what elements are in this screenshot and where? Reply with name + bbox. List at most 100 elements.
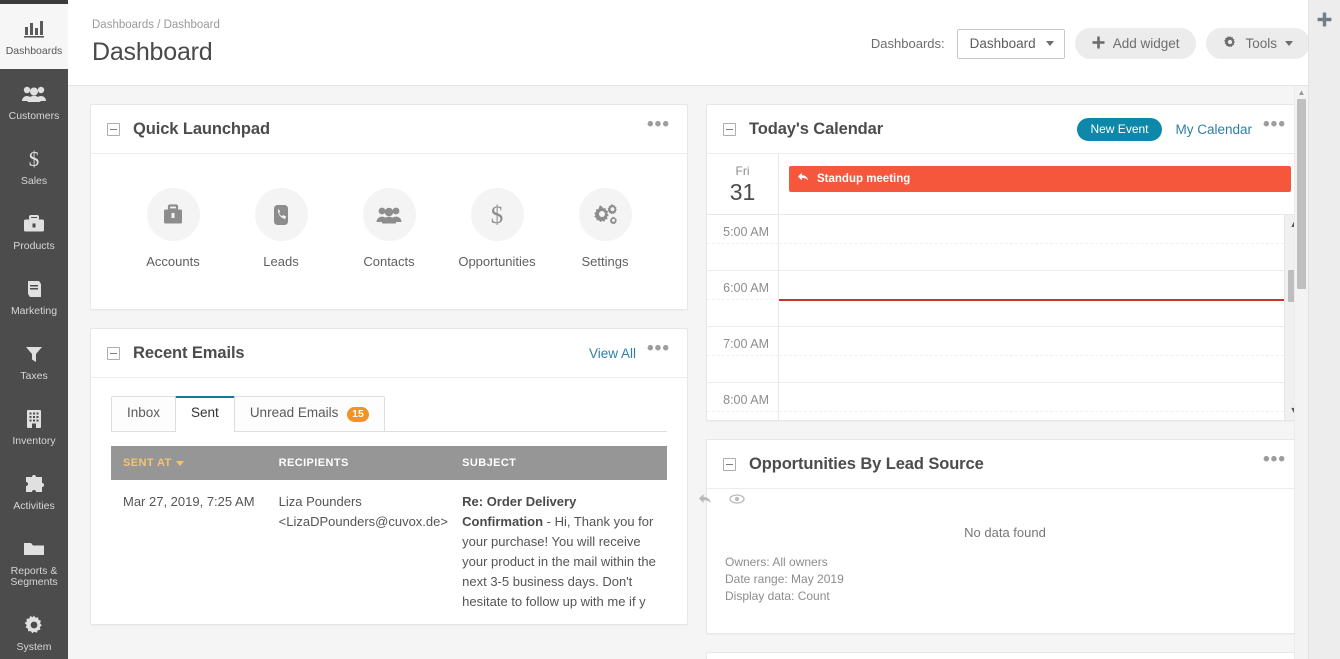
main-sidebar: Dashboards Customers $ Sales Products Ma… — [0, 0, 68, 659]
slot-row[interactable] — [779, 327, 1284, 383]
recipient-email: <LizaDPounders@cuvox.de> — [278, 513, 448, 529]
collapse-icon[interactable] — [723, 122, 736, 136]
panel-title: Opportunities By Lead Source — [749, 454, 984, 473]
launchpad-item-label: Settings — [581, 254, 629, 269]
email-tabs: Inbox Sent Unread Emails 15 — [111, 396, 667, 432]
dashboard-select[interactable]: Dashboard — [956, 28, 1065, 59]
add-widget-button[interactable]: Add widget — [1074, 28, 1197, 59]
tab-label: Unread Emails — [249, 405, 339, 420]
chevron-down-icon — [1285, 41, 1293, 46]
gear-icon — [1223, 35, 1237, 52]
panel-menu-icon[interactable]: ••• — [1256, 115, 1289, 137]
panel-menu-icon[interactable]: ••• — [1256, 450, 1289, 472]
add-panel-icon[interactable] — [1317, 12, 1332, 659]
scroll-up-icon[interactable]: ▲ — [1295, 89, 1308, 97]
time-label: 5:00 AM — [723, 225, 769, 239]
collapse-icon[interactable] — [723, 457, 736, 471]
column-header-recipients[interactable]: RECIPIENTS — [266, 445, 451, 480]
sidebar-item-sales[interactable]: $ Sales — [0, 134, 68, 199]
launchpad-items: Accounts Leads Contacts $ Opportunities … — [91, 154, 687, 309]
sidebar-item-label: Marketing — [10, 304, 58, 317]
time-row: 6:00 AM — [707, 271, 778, 327]
no-data-message: No data found — [964, 525, 1046, 540]
sidebar-item-reports-segments[interactable]: Reports & Segments — [0, 524, 68, 600]
cell-sent-at: Mar 27, 2019, 7:25 AM — [123, 493, 255, 509]
chevron-down-icon — [1045, 41, 1054, 46]
sidebar-item-label: Reports & Segments — [10, 564, 58, 588]
launchpad-item-settings[interactable]: Settings — [557, 188, 653, 269]
gear-icon — [23, 612, 45, 638]
slot-row[interactable] — [779, 215, 1284, 271]
breadcrumb-current: Dashboard — [163, 19, 220, 31]
quick-launchpad-panel: Quick Launchpad ••• Accounts Leads Conta… — [90, 104, 688, 310]
view-all-link[interactable]: View All — [589, 346, 636, 361]
phone-icon — [254, 188, 308, 241]
table-row[interactable]: Mar 27, 2019, 7:25 AM Liza Pounders <Liz… — [111, 480, 745, 624]
tools-label: Tools — [1245, 36, 1277, 51]
column-header-sent-at[interactable]: SENT AT — [111, 445, 267, 480]
emails-table: SENT AT RECIPIENTS SUBJECT Mar 27, 2019,… — [111, 445, 745, 624]
launchpad-item-label: Contacts — [363, 254, 415, 269]
panel-title: Today's Calendar — [749, 119, 884, 138]
launchpad-item-contacts[interactable]: Contacts — [341, 188, 437, 269]
new-event-button[interactable]: New Event — [1077, 117, 1162, 141]
panel-title: Recent Emails — [133, 343, 245, 362]
launchpad-item-accounts[interactable]: Accounts — [125, 188, 221, 269]
launchpad-item-label: Accounts — [146, 254, 200, 269]
cell-recipients: Liza Pounders <LizaDPounders@cuvox.de> — [267, 480, 450, 624]
panel-header: Today's Calendar New Event My Calendar •… — [707, 105, 1303, 154]
page-header: Dashboards / Dashboard Dashboard Dashboa… — [68, 0, 1340, 86]
dashboard-column-left: Quick Launchpad ••• Accounts Leads Conta… — [90, 104, 745, 659]
tools-button[interactable]: Tools — [1206, 28, 1310, 59]
launchpad-item-opportunities[interactable]: $ Opportunities — [449, 188, 545, 269]
dollar-icon: $ — [24, 146, 44, 172]
collapse-icon[interactable] — [107, 122, 120, 136]
opportunities-by-lead-source-panel: Opportunities By Lead Source ••• No data… — [706, 439, 1304, 634]
slot-row[interactable] — [779, 383, 1284, 420]
sidebar-item-system[interactable]: System — [0, 600, 68, 659]
cell-subject: Re: Order Delivery Confirmation - Hi, Th… — [450, 480, 745, 624]
users-icon — [21, 81, 47, 107]
right-rail — [1308, 0, 1340, 659]
sidebar-item-label: Inventory — [12, 434, 56, 447]
launchpad-item-leads[interactable]: Leads — [233, 188, 329, 269]
reply-icon — [797, 171, 810, 186]
column-header-subject[interactable]: SUBJECT — [450, 445, 667, 480]
my-calendar-link[interactable]: My Calendar — [1176, 122, 1253, 137]
sidebar-item-label: Taxes — [20, 369, 48, 382]
panel-title: Quick Launchpad — [133, 119, 270, 138]
lead-source-meta: Owners: All owners Date range: May 2019 … — [725, 554, 1285, 605]
dollar-icon: $ — [470, 188, 524, 241]
calendar-slots[interactable] — [779, 215, 1284, 420]
tab-inbox[interactable]: Inbox — [111, 396, 177, 431]
sidebar-item-activities[interactable]: Activities — [0, 459, 68, 524]
sidebar-item-products[interactable]: Products — [0, 199, 68, 264]
tab-sent[interactable]: Sent — [175, 396, 235, 431]
panel-menu-icon[interactable]: ••• — [640, 339, 673, 361]
sidebar-item-taxes[interactable]: Taxes — [0, 329, 68, 394]
sidebar-item-label: System — [16, 640, 52, 653]
tab-unread-emails[interactable]: Unread Emails 15 — [233, 396, 385, 431]
email-table-wrap: SENT AT RECIPIENTS SUBJECT Mar 27, 2019,… — [91, 432, 745, 624]
meta-owners: Owners: All owners — [725, 555, 828, 569]
collapse-icon[interactable] — [107, 346, 120, 360]
panel-menu-icon[interactable]: ••• — [640, 115, 673, 137]
emails-table-head: SENT AT RECIPIENTS SUBJECT — [111, 445, 667, 480]
dashboard-column-right: Today's Calendar New Event My Calendar •… — [706, 104, 1304, 659]
page-scrollbar[interactable]: ▲ — [1294, 86, 1308, 659]
sidebar-item-customers[interactable]: Customers — [0, 69, 68, 134]
sidebar-item-label: Dashboards — [5, 44, 63, 57]
calendar-event[interactable]: Standup meeting — [789, 166, 1291, 192]
scrollbar-thumb[interactable] — [1297, 99, 1306, 289]
bar-chart-icon — [22, 16, 46, 42]
breadcrumb-root[interactable]: Dashboards — [92, 19, 154, 31]
sidebar-item-inventory[interactable]: Inventory — [0, 394, 68, 459]
app-root: Dashboards Customers $ Sales Products Ma… — [0, 0, 1340, 659]
sidebar-item-dashboards[interactable]: Dashboards — [0, 4, 68, 69]
calendar-time-grid: 5:00 AM 6:00 AM 7:00 AM 8:00 AM — [707, 215, 1303, 420]
dashboards-select-label: Dashboards: — [870, 36, 945, 51]
calendar-event-title: Standup meeting — [817, 172, 911, 185]
sidebar-item-marketing[interactable]: Marketing — [0, 264, 68, 329]
puzzle-icon — [22, 471, 46, 497]
tab-label: Sent — [191, 405, 219, 420]
